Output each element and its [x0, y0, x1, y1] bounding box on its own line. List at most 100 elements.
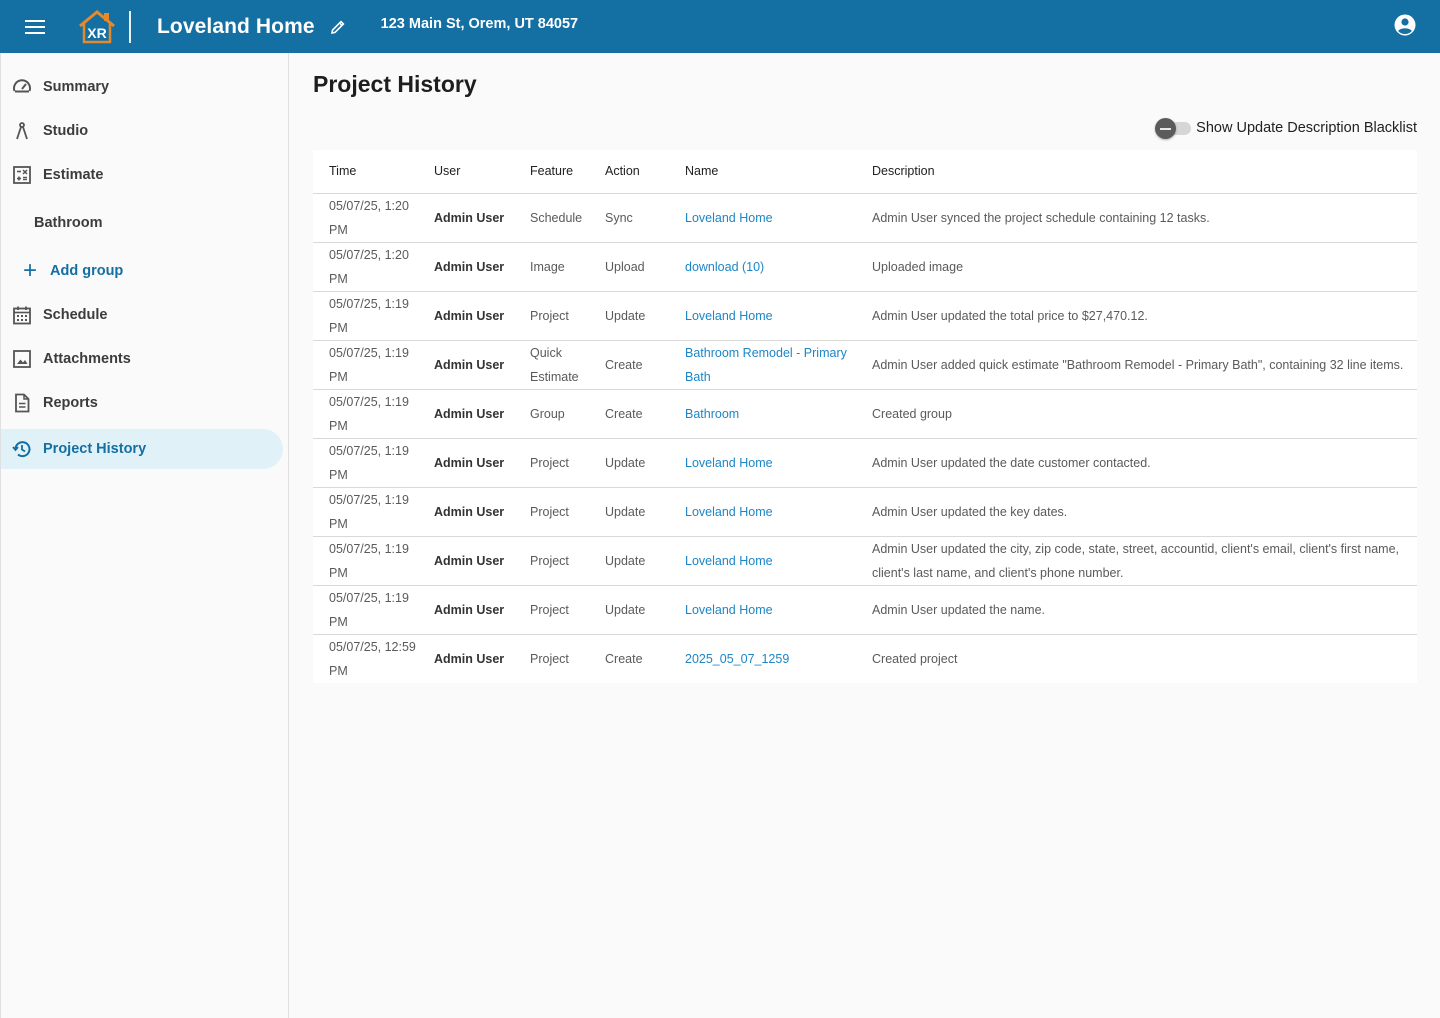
page-title: Project History [313, 71, 477, 97]
cell-name-link[interactable]: Loveland Home [685, 309, 773, 323]
sidebar-item-project-history[interactable]: Project History [1, 429, 283, 469]
cell-name-link[interactable]: download (10) [685, 260, 764, 274]
cell-action: Sync [589, 193, 669, 243]
cell-description: Admin User synced the project schedule c… [856, 193, 1417, 243]
sidebar-item-summary[interactable]: Summary [1, 67, 283, 107]
table-row: 05/07/25, 1:19 PM Admin User Project Upd… [313, 536, 1417, 586]
sidebar-item-estimate[interactable]: Estimate [1, 155, 283, 195]
cell-feature: Quick Estimate [514, 340, 589, 390]
sidebar-item-schedule[interactable]: Schedule [1, 295, 283, 335]
cell-name-link[interactable]: Loveland Home [685, 505, 773, 519]
toggle-label: Show Update Description Blacklist [1196, 120, 1417, 136]
column-header-time[interactable]: Time [313, 150, 418, 194]
cell-user: Admin User [418, 340, 514, 390]
cell-time: 05/07/25, 12:59 PM [329, 639, 416, 678]
column-header-action[interactable]: Action [589, 150, 669, 194]
cell-user: Admin User [418, 536, 514, 586]
cell-user: Admin User [418, 487, 514, 537]
minus-icon [1155, 118, 1177, 139]
add-group-label: Add group [50, 263, 124, 279]
cell-user: Admin User [418, 242, 514, 292]
table-row: 05/07/25, 1:20 PM Admin User Image Uploa… [313, 242, 1417, 292]
sidebar-item-label: Schedule [43, 307, 108, 323]
cell-time: 05/07/25, 1:20 PM [313, 193, 418, 243]
cell-time: 05/07/25, 1:20 PM [313, 242, 418, 292]
cell-description: Created project [872, 651, 958, 666]
cell-feature: Image [514, 242, 589, 292]
main-content: Project History Show Update Description … [289, 53, 1440, 1018]
cell-time: 05/07/25, 1:19 PM [313, 487, 418, 537]
sidebar-item-label: Studio [43, 123, 89, 139]
cell-description: Admin User added quick estimate "Bathroo… [856, 340, 1417, 390]
column-header-feature[interactable]: Feature [514, 150, 589, 194]
sidebar-item-attachments[interactable]: Attachments [1, 339, 283, 379]
cell-name-link[interactable]: Loveland Home [685, 456, 773, 470]
cell-name-link[interactable]: Bathroom [685, 407, 739, 421]
column-header-name[interactable]: Name [669, 150, 856, 194]
sidebar-item-label: Project History [43, 441, 147, 457]
compass-icon [11, 120, 33, 142]
cell-action: Update [589, 487, 669, 537]
sidebar: Summary Studio Estimate Bathroom + Add g… [0, 53, 289, 1018]
table-header-row: Time User Feature Action Name Descriptio… [313, 150, 1417, 194]
table-row: 05/07/25, 12:59 PM Admin User Project Cr… [313, 634, 1417, 683]
table-row: 05/07/25, 1:19 PM Admin User Quick Estim… [313, 340, 1417, 390]
cell-name-link[interactable]: Bathroom Remodel - Primary Bath [685, 346, 847, 384]
cell-user: Admin User [418, 585, 514, 635]
cell-name-link[interactable]: Loveland Home [685, 211, 773, 225]
calculator-icon [11, 164, 33, 186]
blacklist-toggle[interactable]: Show Update Description Blacklist [1155, 118, 1417, 139]
cell-feature: Project [514, 438, 589, 488]
cell-time: 05/07/25, 1:19 PM [313, 585, 418, 635]
project-address: 123 Main St, Orem, UT 84057 [380, 15, 579, 32]
column-header-description[interactable]: Description [856, 150, 1417, 194]
sidebar-item-studio[interactable]: Studio [1, 111, 283, 151]
toggle-switch[interactable] [1155, 118, 1192, 139]
hamburger-menu-icon[interactable] [17, 9, 53, 45]
cell-description: Uploaded image [856, 242, 1417, 292]
sidebar-item-reports[interactable]: Reports [1, 383, 283, 423]
cell-action: Create [589, 340, 669, 390]
table-row: 05/07/25, 1:19 PM Admin User Project Upd… [313, 585, 1417, 635]
cell-time: 05/07/25, 1:19 PM [313, 438, 418, 488]
cell-feature: Project [530, 651, 569, 666]
cell-action: Update [589, 536, 669, 586]
plus-icon: + [22, 257, 37, 284]
cell-time: 05/07/25, 1:19 PM [313, 340, 418, 390]
table-row: 05/07/25, 1:19 PM Admin User Group Creat… [313, 389, 1417, 439]
speedometer-icon [11, 76, 33, 98]
project-title: Loveland Home [157, 14, 315, 38]
pencil-icon[interactable] [327, 16, 349, 38]
cell-description: Admin User updated the date customer con… [856, 438, 1417, 488]
cell-name-link[interactable]: Loveland Home [685, 554, 773, 568]
top-app-bar: XR Loveland Home 123 Main St, Orem, UT 8… [0, 0, 1440, 53]
cell-user: Admin User [434, 651, 505, 666]
cell-user: Admin User [418, 193, 514, 243]
column-header-user[interactable]: User [418, 150, 514, 194]
cell-action: Create [589, 389, 669, 439]
add-group-button[interactable]: + Add group [19, 257, 124, 284]
cell-user: Admin User [418, 438, 514, 488]
cell-name-link[interactable]: Loveland Home [685, 603, 773, 617]
cell-description: Admin User updated the key dates. [856, 487, 1417, 537]
calendar-icon [11, 304, 33, 326]
table-row: 05/07/25, 1:19 PM Admin User Project Upd… [313, 438, 1417, 488]
estimate-group-bathroom[interactable]: Bathroom [34, 215, 102, 231]
cell-feature: Project [514, 487, 589, 537]
cell-description: Admin User updated the total price to $2… [856, 291, 1417, 341]
history-icon [11, 438, 33, 460]
cell-time: 05/07/25, 1:19 PM [313, 389, 418, 439]
sidebar-item-label: Reports [43, 395, 98, 411]
table-row: 05/07/25, 1:19 PM Admin User Project Upd… [313, 291, 1417, 341]
cell-name-link[interactable]: 2025_05_07_1259 [685, 652, 789, 666]
cell-action: Update [589, 585, 669, 635]
history-table-card: Time User Feature Action Name Descriptio… [313, 150, 1417, 683]
account-circle-icon[interactable] [1394, 14, 1420, 40]
cell-time: 05/07/25, 1:19 PM [313, 291, 418, 341]
cell-action: Update [589, 438, 669, 488]
document-icon [11, 392, 33, 414]
cell-user: Admin User [418, 389, 514, 439]
cell-description: Admin User updated the city, zip code, s… [856, 536, 1417, 586]
xr-logo[interactable]: XR [77, 9, 117, 45]
cell-description: Admin User updated the name. [856, 585, 1417, 635]
